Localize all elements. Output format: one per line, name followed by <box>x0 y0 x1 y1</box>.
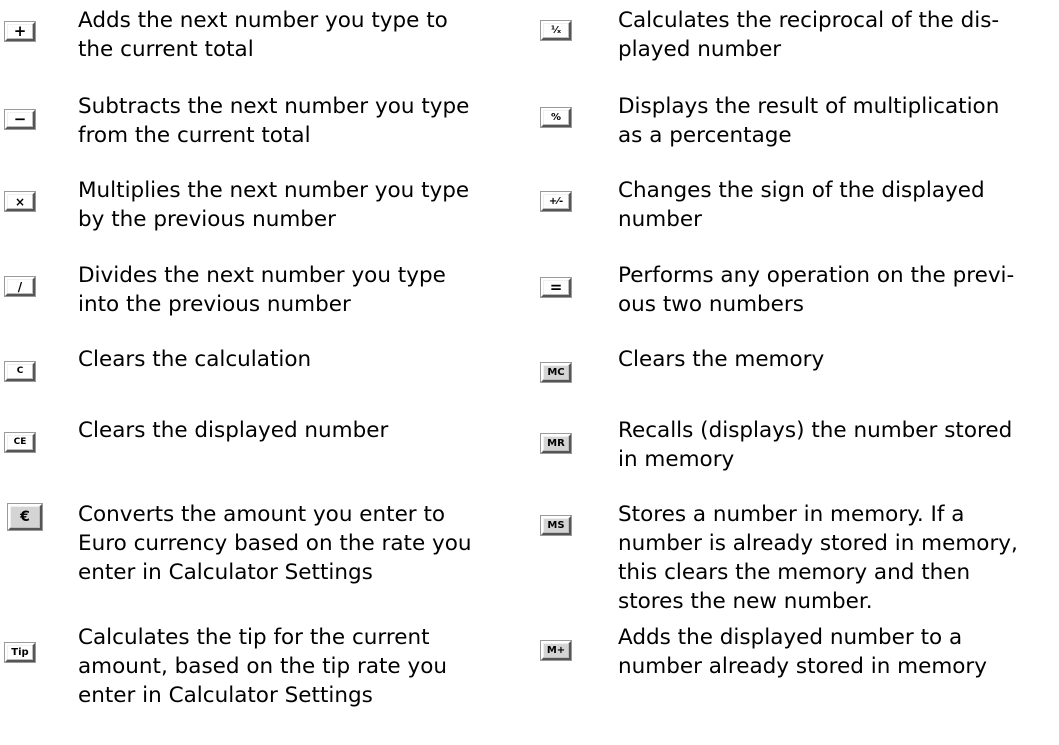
minus-key-icon: − <box>5 110 35 129</box>
euro-key-icon: € <box>8 504 42 530</box>
key-description-text: Recalls (displays) the number stored in … <box>618 418 1013 472</box>
key-description-text: Displays the result of multiplication as… <box>618 94 1000 148</box>
key-description-text: Clears the displayed number <box>78 418 389 443</box>
percent-key-icon: % <box>541 108 571 127</box>
multiply-key-icon: × <box>5 192 35 211</box>
key-description-text: Calculates the reciprocal of the dis- pl… <box>618 8 1000 62</box>
key-description-text: Adds the displayed number to a number al… <box>618 625 987 679</box>
memory-add-key-icon: M+ <box>541 641 571 660</box>
clear-key-icon: C <box>5 362 35 381</box>
key-description-text: Adds the next number you type to the cur… <box>78 8 448 62</box>
memory-recall-key-icon: MR <box>541 434 571 453</box>
clear-entry-key-icon: CE <box>5 433 35 452</box>
key-description-text: Stores a number in memory. If a number i… <box>618 502 1018 614</box>
key-description-text: Clears the memory <box>618 347 825 372</box>
divide-key-icon: / <box>5 277 35 296</box>
memory-store-key-icon: MS <box>541 516 571 535</box>
plus-minus-key-icon: +⁄- <box>541 192 571 211</box>
reciprocal-key-icon: ¹⁄ₓ <box>541 21 571 40</box>
key-description-text: Subtracts the next number you type from … <box>78 94 470 148</box>
key-description-text: Converts the amount you enter to Euro cu… <box>78 502 472 585</box>
key-description-text: Calculates the tip for the current amoun… <box>78 625 447 708</box>
key-description-text: Changes the sign of the displayed number <box>618 178 985 232</box>
equals-key-icon: = <box>541 278 571 297</box>
key-description-text: Divides the next number you type into th… <box>78 263 446 317</box>
key-description-text: Performs any operation on the previ- ous… <box>618 263 1015 317</box>
plus-key-icon: + <box>5 22 35 41</box>
key-description-text: Multiplies the next number you type by t… <box>78 178 470 232</box>
key-description-text: Clears the calculation <box>78 347 312 372</box>
memory-clear-key-icon: MC <box>541 363 571 382</box>
tip-key-icon: Tip <box>5 643 35 662</box>
